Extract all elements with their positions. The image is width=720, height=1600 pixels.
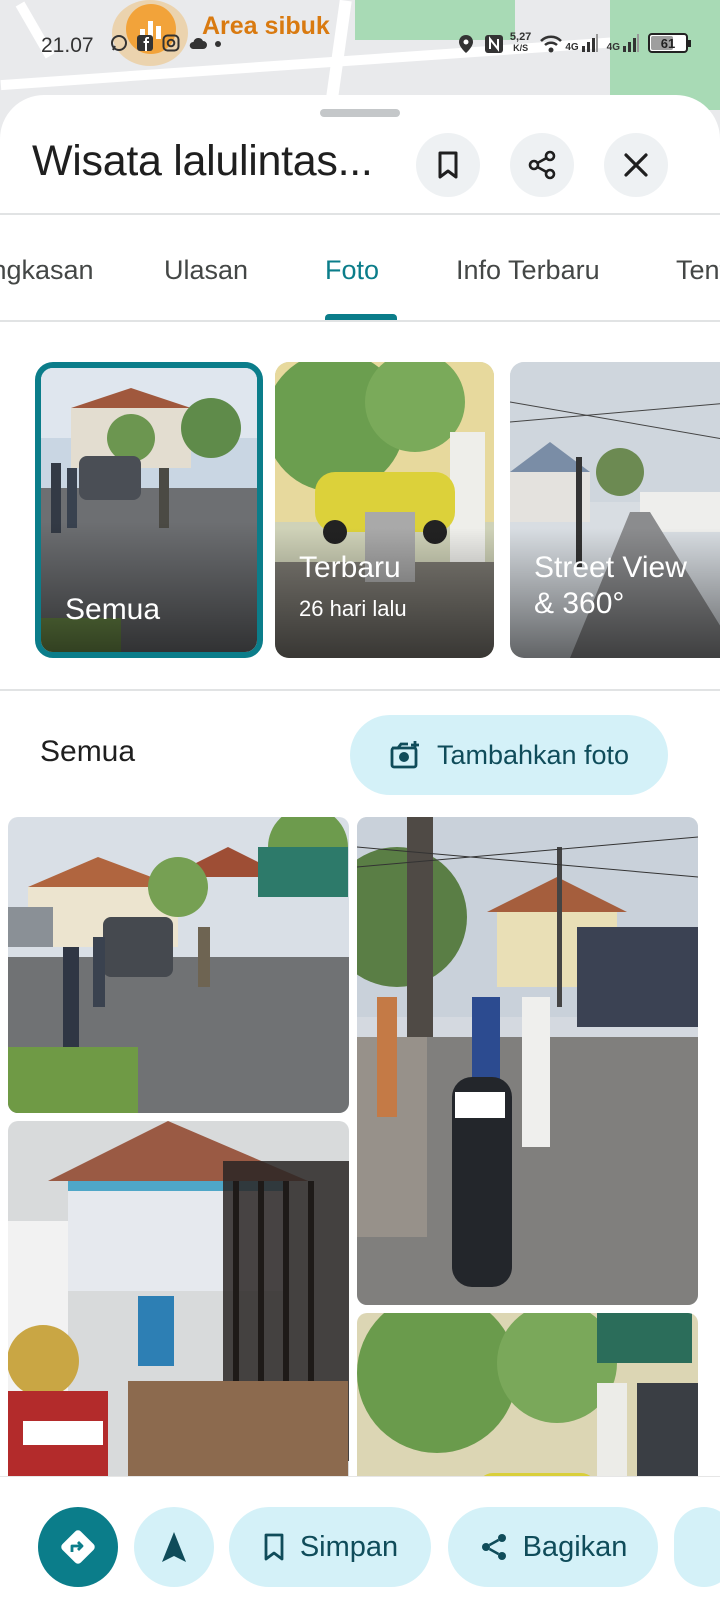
category-shade [41,522,257,652]
sheet-drag-handle[interactable] [320,109,400,117]
tab-tentang[interactable]: Tentang [676,255,720,286]
bookmark-icon [264,1533,284,1561]
category-subtitle: 26 hari lalu [299,596,407,621]
save-icon-button[interactable] [416,133,480,197]
battery-icon: 61 [648,33,691,53]
category-title: Terbaru [299,551,401,584]
category-card-street-view[interactable]: Street View & 360° [510,362,720,658]
section-title: Semua [40,735,136,768]
photo-thumbnail[interactable] [8,817,349,1113]
net-speed: 5,27 K/S [509,31,532,54]
category-card-latest[interactable]: Terbaru 26 hari lalu [275,362,494,658]
share-label: Bagikan [522,1530,628,1563]
directions-button[interactable] [38,1507,118,1587]
add-photo-button[interactable]: Tambahkan foto [350,715,668,795]
photo-category-row: Semua Terbaru 26 hari lalu Street View &… [0,362,720,658]
location-icon [458,34,476,53]
whatsapp-icon [110,34,128,52]
tab-foto[interactable]: Foto [325,255,379,286]
navigate-icon [162,1532,186,1562]
place-sheet: Wisata lalulintas... Ringkasan Ulasan Fo… [0,95,720,1600]
cloud-icon [188,34,207,52]
share-icon-button[interactable] [510,133,574,197]
signal-icon: 4G [565,33,598,53]
close-icon [624,153,648,177]
category-shade [275,528,494,658]
more-actions-button[interactable] [674,1507,720,1587]
photo-thumbnail[interactable] [357,817,698,1305]
close-button[interactable] [604,133,668,197]
category-card-all[interactable]: Semua [35,362,263,658]
save-button[interactable]: Simpan [229,1507,431,1587]
cards-divider [0,689,720,691]
instagram-icon [162,34,180,52]
wifi-icon [539,34,563,53]
photo-image [8,1121,349,1521]
share-icon [528,150,556,180]
tabs-divider [0,320,720,322]
add-photo-label: Tambahkan foto [436,739,630,770]
share-button[interactable]: Bagikan [448,1507,658,1587]
tab-ulasan[interactable]: Ulasan [164,255,248,286]
add-photo-icon [390,741,419,769]
action-bar: Simpan Bagikan [0,1476,720,1600]
status-bar: 21.07 5,27 K/S 4G 4G 61 [0,30,720,62]
place-title: Wisata lalulintas... [32,137,373,185]
start-navigation-button[interactable] [134,1507,214,1587]
facebook-icon [136,34,154,52]
tab-info-terbaru[interactable]: Info Terbaru [456,255,600,286]
photo-image [8,817,349,1113]
dot-icon [214,34,232,52]
status-time: 21.07 [41,34,94,57]
tab-ringkasan[interactable]: Ringkasan [0,255,94,286]
category-title: Semua [65,593,161,626]
bookmark-icon [438,151,458,179]
signal-icon: 4G [607,33,640,53]
photo-image [357,817,698,1305]
category-title: Street View & 360° [534,551,687,620]
tab-bar: Ringkasan Ulasan Foto Info Terbaru Tenta… [0,215,720,321]
directions-icon [61,1530,95,1564]
share-icon [481,1534,506,1560]
save-label: Simpan [299,1530,399,1563]
nfc-icon [484,34,503,53]
photo-thumbnail[interactable] [8,1121,349,1521]
